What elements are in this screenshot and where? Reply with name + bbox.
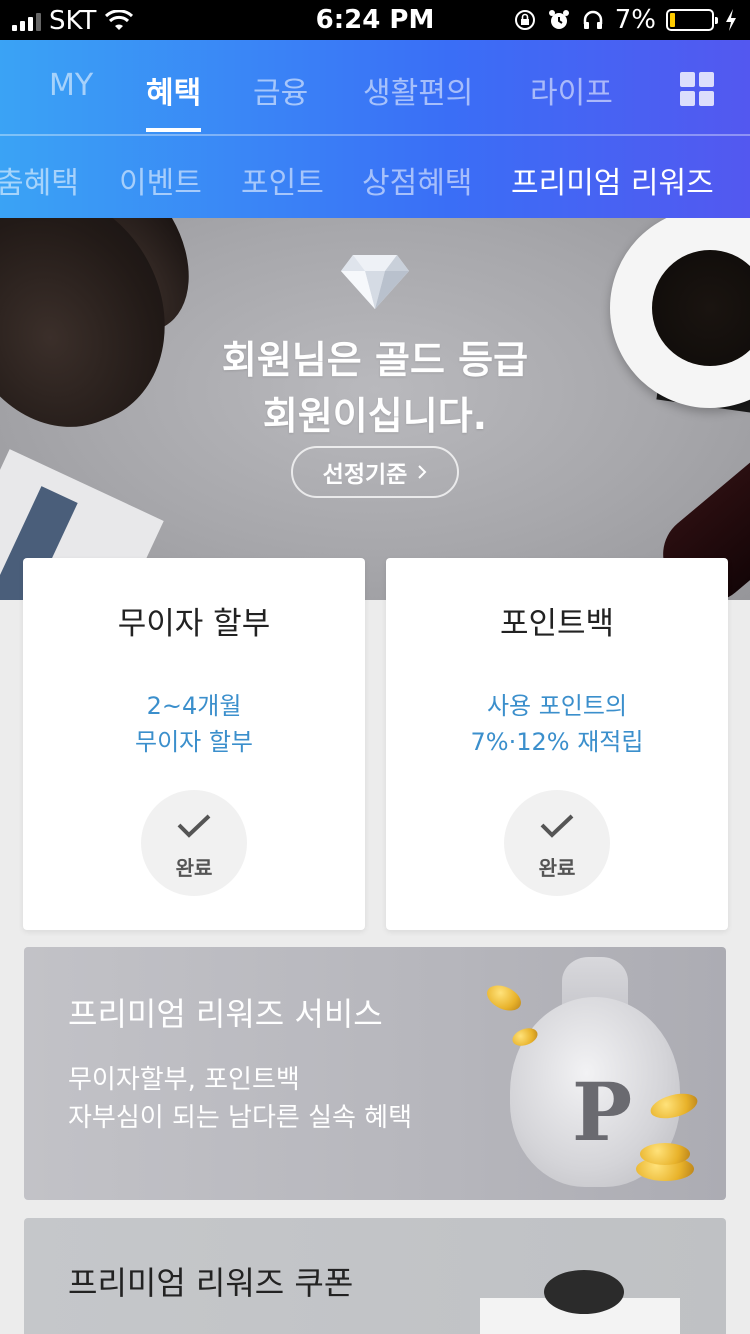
alarm-icon — [548, 10, 569, 29]
card-desc-line: 7%·12% 재적립 — [470, 728, 644, 756]
banner-description: 무이자할부, 포인트백 자부심이 되는 남다른 실속 혜택 — [68, 1061, 412, 1137]
subtab-store-benefits[interactable]: 상점혜택 — [362, 158, 472, 202]
completed-badge: 완료 — [141, 790, 247, 896]
selection-criteria-button[interactable]: 선정기준 — [291, 446, 459, 498]
tab-benefits[interactable]: 혜택 — [146, 68, 202, 132]
subtab-points[interactable]: 포인트 — [241, 158, 324, 202]
subtab-premium-rewards[interactable]: 프리미엄 리워즈 — [511, 158, 714, 202]
banner-desc-line: 자부심이 되는 남다른 실속 혜택 — [68, 1103, 413, 1133]
charging-bolt-icon — [726, 9, 736, 31]
coin-icon — [640, 1143, 690, 1165]
tab-convenience[interactable]: 생활편의 — [363, 68, 473, 112]
card-title: 포인트백 — [499, 606, 615, 642]
selection-criteria-label: 선정기준 — [322, 462, 408, 488]
main-tab-bar: MY 혜택 금융 생활편의 라이프 — [0, 40, 750, 135]
tab-life[interactable]: 라이프 — [530, 68, 613, 112]
check-icon — [177, 814, 211, 838]
bag-letter: P — [572, 1065, 633, 1159]
card-title: 무이자 할부 — [117, 606, 271, 642]
membership-hero: 회원님은 골드 등급 회원이십니다. 선정기준 — [0, 218, 750, 600]
banner-title: 프리미엄 리워즈 쿠폰 — [68, 1264, 354, 1302]
battery-icon — [666, 9, 718, 31]
subtab-custom-benefits[interactable]: 춤혜택 — [0, 158, 79, 202]
status-bar: SKT 6:24 PM 7% — [0, 0, 750, 40]
battery-percent: 7% — [614, 5, 656, 35]
interest-free-card[interactable]: 무이자 할부 2~4개월 무이자 할부 완료 — [23, 558, 365, 930]
header: MY 혜택 금융 생활편의 라이프 춤혜택 이벤트 포인트 상점혜택 프리미엄 … — [0, 40, 750, 218]
pointback-card[interactable]: 포인트백 사용 포인트의 7%·12% 재적립 완료 — [386, 558, 728, 930]
grid-menu-icon[interactable] — [680, 72, 714, 106]
card-description: 2~4개월 무이자 할부 — [23, 688, 365, 760]
tab-divider — [0, 134, 750, 136]
card-description: 사용 포인트의 7%·12% 재적립 — [386, 688, 728, 760]
tab-finance[interactable]: 금융 — [253, 68, 308, 112]
premium-rewards-service-banner[interactable]: 프리미엄 리워즈 서비스 무이자할부, 포인트백 자부심이 되는 남다른 실속 … — [24, 947, 726, 1200]
coin-icon — [483, 980, 525, 1016]
membership-grade-text: 회원님은 골드 등급 회원이십니다. — [0, 332, 750, 444]
banner-title: 프리미엄 리워즈 서비스 — [68, 995, 383, 1033]
diamond-icon — [341, 255, 409, 309]
rotation-lock-icon — [514, 10, 535, 30]
completed-label: 완료 — [175, 856, 213, 880]
headphones-icon — [583, 10, 602, 29]
completed-badge: 완료 — [504, 790, 610, 896]
grade-line-2: 회원이십니다. — [262, 394, 488, 438]
gift-bow-icon — [544, 1270, 624, 1314]
grade-line-1: 회원님은 골드 등급 — [221, 338, 529, 382]
tab-my[interactable]: MY — [49, 68, 93, 103]
banner-desc-line: 무이자할부, 포인트백 — [68, 1065, 300, 1095]
card-desc-line: 무이자 할부 — [134, 728, 254, 756]
check-icon — [540, 814, 574, 838]
subtab-events[interactable]: 이벤트 — [119, 158, 202, 202]
chevron-right-icon — [418, 465, 427, 479]
card-desc-line: 사용 포인트의 — [486, 692, 628, 720]
card-desc-line: 2~4개월 — [146, 692, 242, 720]
completed-label: 완료 — [538, 856, 576, 880]
premium-rewards-coupon-banner[interactable]: 프리미엄 리워즈 쿠폰 — [24, 1218, 726, 1334]
